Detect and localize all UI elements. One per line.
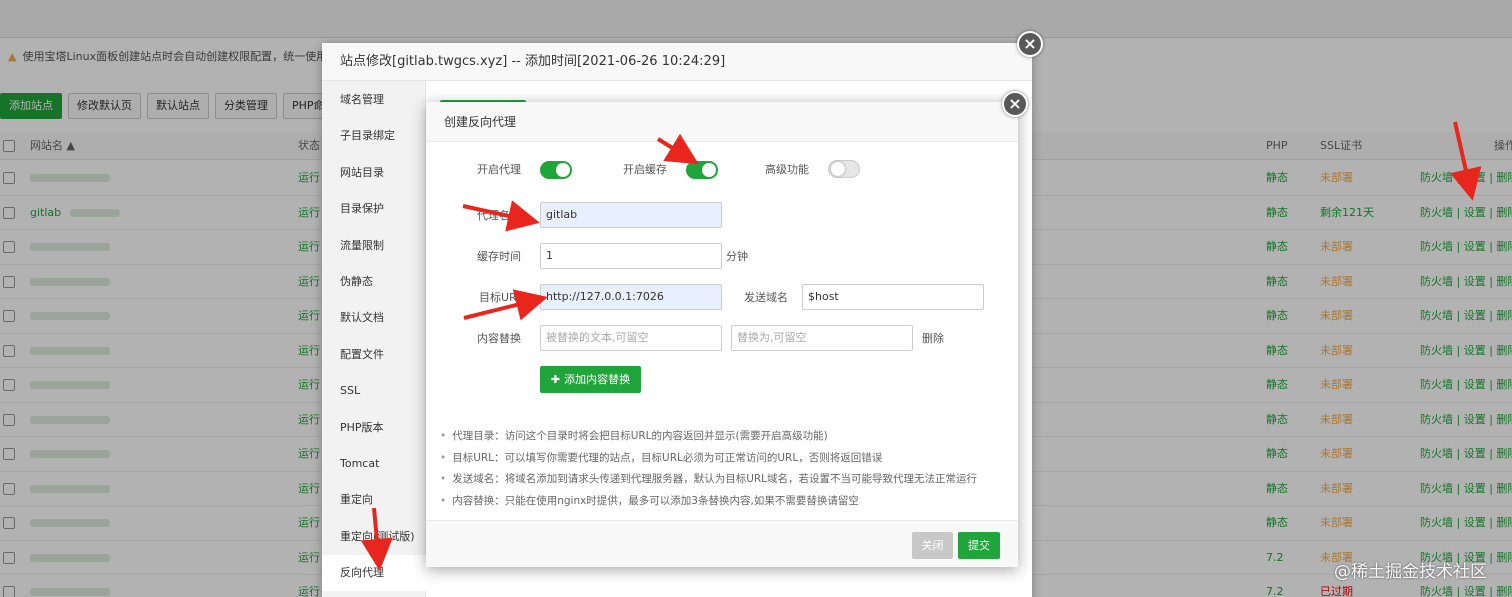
arrow-to-cache-toggle	[656, 133, 699, 165]
arrow-to-reverse-proxy-menu	[360, 507, 393, 571]
arrow-to-target-url	[463, 289, 548, 321]
watermark: @稀土掘金技术社区	[1334, 562, 1487, 582]
arrow-to-proxy-name	[462, 200, 540, 232]
annotation-arrows	[360, 121, 1482, 571]
arrow-to-settings-link	[1450, 121, 1482, 201]
